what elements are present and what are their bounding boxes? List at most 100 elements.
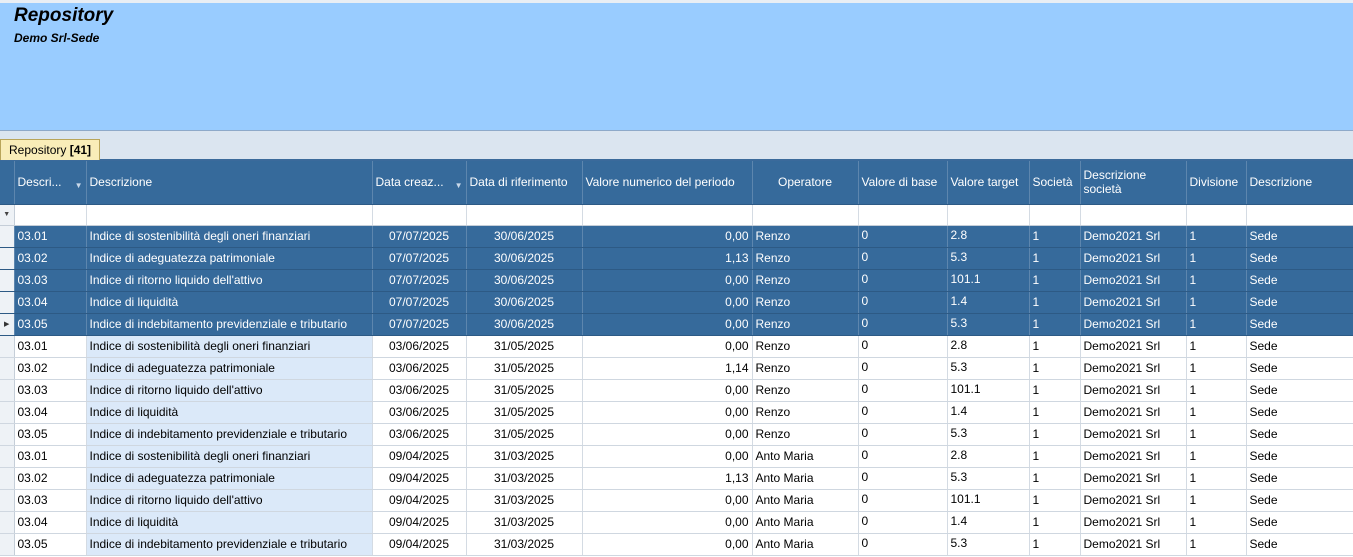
- cell-descrizione-divisione[interactable]: Sede: [1246, 379, 1353, 402]
- cell-descrizione[interactable]: Indice di sostenibilità degli oneri fina…: [86, 445, 373, 468]
- cell-valore-numerico[interactable]: 1,13: [582, 247, 753, 270]
- cell-valore-target[interactable]: 5.3: [947, 467, 1030, 490]
- cell-codice[interactable]: 03.03: [14, 379, 87, 402]
- cell-descrizione-societa[interactable]: Demo2021 Srl: [1080, 467, 1187, 490]
- table-row[interactable]: 03.03 Indice di ritorno liquido dell'atti…: [0, 489, 1353, 512]
- cell-codice[interactable]: 03.03: [14, 489, 87, 512]
- table-row[interactable]: 03.01 Indice di sostenibilità degli oneri…: [0, 335, 1353, 358]
- cell-valore-base[interactable]: 0: [858, 467, 948, 490]
- cell-descrizione[interactable]: Indice di ritorno liquido dell'attivo: [86, 269, 373, 292]
- col-header-operatore[interactable]: Operatore: [752, 161, 859, 205]
- cell-valore-base[interactable]: 0: [858, 401, 948, 424]
- cell-descrizione-divisione[interactable]: Sede: [1246, 357, 1353, 380]
- row-indicator[interactable]: [0, 489, 15, 512]
- cell-valore-target[interactable]: 2.8: [947, 335, 1030, 358]
- cell-operatore[interactable]: Renzo: [752, 247, 859, 270]
- table-row[interactable]: 03.04 Indice di liquidità 07/07/2025 30/06/…: [0, 291, 1353, 314]
- cell-data-creazione[interactable]: 09/04/2025: [372, 467, 467, 490]
- cell-valore-numerico[interactable]: 1,13: [582, 467, 753, 490]
- cell-descrizione[interactable]: Indice di ritorno liquido dell'attivo: [86, 489, 373, 512]
- cell-societa[interactable]: 1: [1029, 247, 1081, 270]
- cell-divisione[interactable]: 1: [1186, 269, 1247, 292]
- cell-codice[interactable]: 03.02: [14, 247, 87, 270]
- cell-societa[interactable]: 1: [1029, 357, 1081, 380]
- row-indicator[interactable]: [0, 533, 15, 556]
- col-header-divisione[interactable]: Divisione: [1186, 161, 1247, 205]
- cell-operatore[interactable]: Anto Maria: [752, 467, 859, 490]
- cell-data-riferimento[interactable]: 30/06/2025: [466, 247, 583, 270]
- row-indicator[interactable]: [0, 291, 15, 314]
- cell-valore-base[interactable]: 0: [858, 489, 948, 512]
- cell-operatore[interactable]: Renzo: [752, 313, 859, 336]
- cell-codice[interactable]: 03.01: [14, 335, 87, 358]
- cell-valore-target[interactable]: 1.4: [947, 511, 1030, 534]
- row-indicator[interactable]: [0, 247, 15, 270]
- row-indicator[interactable]: [0, 357, 15, 380]
- cell-valore-base[interactable]: 0: [858, 313, 948, 336]
- cell-descrizione[interactable]: Indice di adeguatezza patrimoniale: [86, 467, 373, 490]
- table-row[interactable]: ▶ 03.05 Indice di indebitamento previdenzi…: [0, 313, 1353, 336]
- cell-valore-numerico[interactable]: 0,00: [582, 489, 753, 512]
- cell-descrizione-societa[interactable]: Demo2021 Srl: [1080, 313, 1187, 336]
- cell-data-riferimento[interactable]: 31/03/2025: [466, 467, 583, 490]
- cell-divisione[interactable]: 1: [1186, 291, 1247, 314]
- col-header-data-riferimento[interactable]: Data di riferimento: [466, 161, 583, 205]
- cell-descrizione[interactable]: Indice di liquidità: [86, 401, 373, 424]
- row-indicator[interactable]: [0, 445, 15, 468]
- cell-data-riferimento[interactable]: 31/03/2025: [466, 445, 583, 468]
- cell-valore-base[interactable]: 0: [858, 269, 948, 292]
- filter-cell[interactable]: [752, 204, 859, 226]
- cell-descrizione[interactable]: Indice di indebitamento previdenziale e …: [86, 423, 373, 446]
- cell-valore-target[interactable]: 101.1: [947, 379, 1030, 402]
- cell-descrizione-divisione[interactable]: Sede: [1246, 445, 1353, 468]
- cell-valore-base[interactable]: 0: [858, 247, 948, 270]
- cell-descrizione[interactable]: Indice di indebitamento previdenziale e …: [86, 313, 373, 336]
- cell-codice[interactable]: 03.04: [14, 511, 87, 534]
- cell-operatore[interactable]: Renzo: [752, 423, 859, 446]
- cell-descrizione-societa[interactable]: Demo2021 Srl: [1080, 291, 1187, 314]
- row-indicator[interactable]: [0, 511, 15, 534]
- cell-descrizione-divisione[interactable]: Sede: [1246, 225, 1353, 248]
- table-row[interactable]: 03.02 Indice di adeguatezza patrimoniale 0…: [0, 247, 1353, 270]
- cell-data-creazione[interactable]: 07/07/2025: [372, 291, 467, 314]
- cell-valore-target[interactable]: 2.8: [947, 445, 1030, 468]
- cell-codice[interactable]: 03.05: [14, 533, 87, 556]
- cell-valore-target[interactable]: 101.1: [947, 269, 1030, 292]
- filter-cell[interactable]: [372, 204, 467, 226]
- cell-data-creazione[interactable]: 03/06/2025: [372, 423, 467, 446]
- cell-operatore[interactable]: Renzo: [752, 225, 859, 248]
- cell-societa[interactable]: 1: [1029, 313, 1081, 336]
- cell-descrizione-divisione[interactable]: Sede: [1246, 269, 1353, 292]
- filter-cell[interactable]: [582, 204, 753, 226]
- cell-descrizione[interactable]: Indice di sostenibilità degli oneri fina…: [86, 335, 373, 358]
- cell-data-creazione[interactable]: 03/06/2025: [372, 357, 467, 380]
- filter-cell[interactable]: [14, 204, 87, 226]
- cell-valore-base[interactable]: 0: [858, 357, 948, 380]
- cell-valore-target[interactable]: 5.3: [947, 247, 1030, 270]
- cell-societa[interactable]: 1: [1029, 533, 1081, 556]
- cell-divisione[interactable]: 1: [1186, 357, 1247, 380]
- cell-divisione[interactable]: 1: [1186, 445, 1247, 468]
- cell-data-riferimento[interactable]: 31/05/2025: [466, 401, 583, 424]
- table-row[interactable]: 03.02 Indice di adeguatezza patrimoniale 0…: [0, 467, 1353, 490]
- cell-data-creazione[interactable]: 07/07/2025: [372, 269, 467, 292]
- cell-data-riferimento[interactable]: 30/06/2025: [466, 313, 583, 336]
- cell-societa[interactable]: 1: [1029, 489, 1081, 512]
- cell-data-riferimento[interactable]: 31/03/2025: [466, 489, 583, 512]
- cell-valore-base[interactable]: 0: [858, 379, 948, 402]
- cell-descrizione-societa[interactable]: Demo2021 Srl: [1080, 489, 1187, 512]
- row-indicator[interactable]: [0, 335, 15, 358]
- cell-descrizione-divisione[interactable]: Sede: [1246, 467, 1353, 490]
- row-indicator[interactable]: [0, 269, 15, 292]
- cell-descrizione-divisione[interactable]: Sede: [1246, 401, 1353, 424]
- table-row[interactable]: 03.05 Indice di indebitamento previdenzia…: [0, 423, 1353, 446]
- cell-operatore[interactable]: Anto Maria: [752, 489, 859, 512]
- col-header-data-creazione[interactable]: Data creaz... ▼: [372, 161, 467, 205]
- cell-codice[interactable]: 03.02: [14, 357, 87, 380]
- table-row[interactable]: 03.04 Indice di liquidità 09/04/2025 31/03/…: [0, 511, 1353, 534]
- table-row[interactable]: 03.03 Indice di ritorno liquido dell'atti…: [0, 269, 1353, 292]
- cell-divisione[interactable]: 1: [1186, 511, 1247, 534]
- cell-operatore[interactable]: Renzo: [752, 357, 859, 380]
- col-header-descrizione[interactable]: Descrizione: [86, 161, 373, 205]
- row-indicator[interactable]: [0, 423, 15, 446]
